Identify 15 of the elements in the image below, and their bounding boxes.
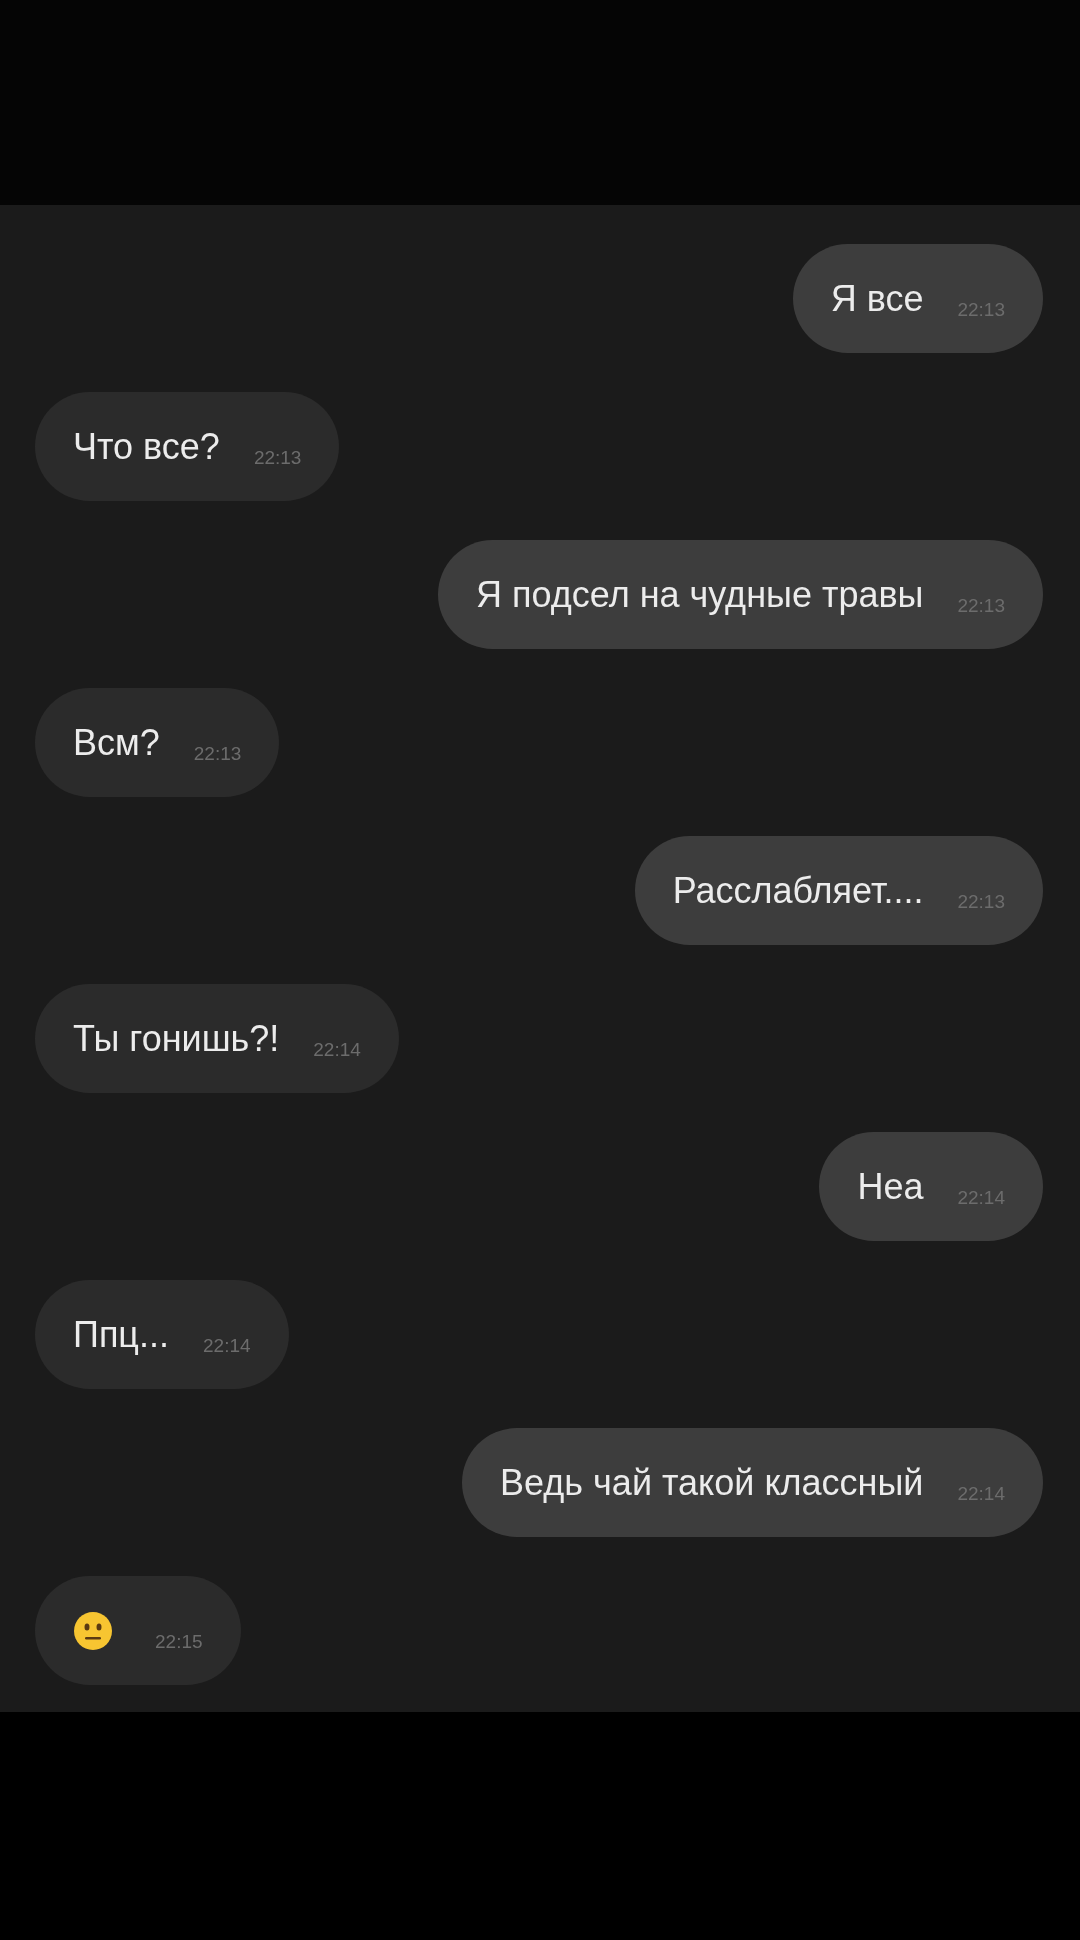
message-text: Всм? [73, 721, 160, 764]
message-time: 22:15 [155, 1630, 203, 1653]
message-text: Ведь чай такой классный [500, 1461, 924, 1504]
message-text: Я все [830, 277, 924, 320]
message-time: 22:14 [203, 1334, 251, 1357]
message-text: Я подсел на чудные травы [476, 573, 924, 616]
message-time: 22:14 [313, 1038, 361, 1061]
message-time: 22:13 [253, 446, 302, 469]
message-time: 22:13 [193, 742, 242, 765]
message-text: Ты гонишь?! [73, 1017, 280, 1060]
message-text: Расслабляет.... [672, 869, 924, 912]
message-text: Что все? [73, 425, 220, 468]
message-text: Ппц... [73, 1313, 169, 1356]
message-text: Неа [857, 1165, 924, 1208]
neutral-face-icon [73, 1610, 113, 1651]
